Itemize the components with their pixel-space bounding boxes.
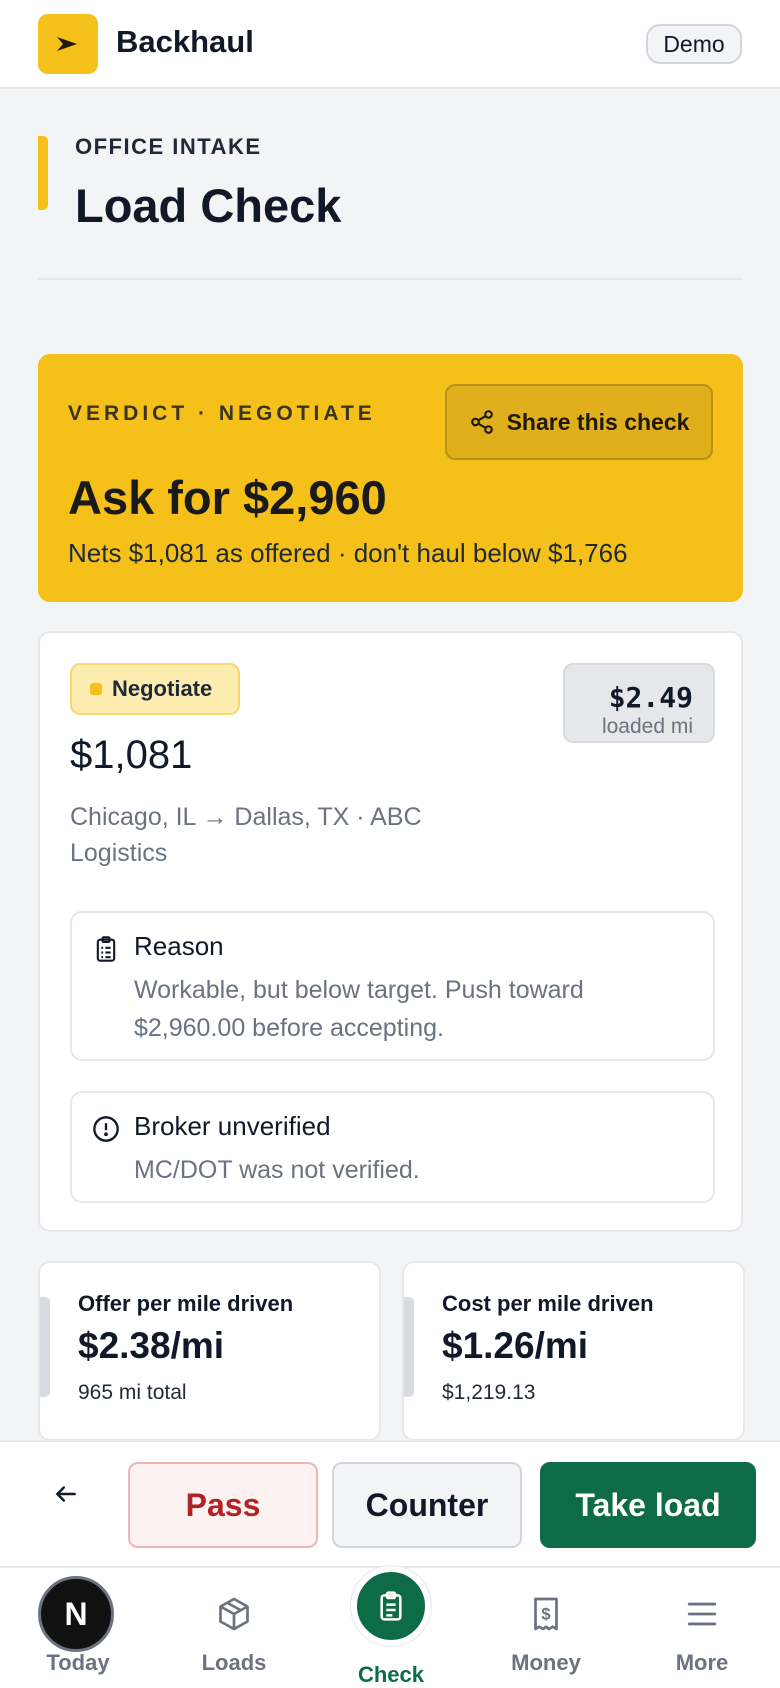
loaded-rate-unit: loaded mi xyxy=(601,715,693,738)
route-text: Chicago, IL → Dallas, TX · ABC Logistics xyxy=(70,803,422,867)
receipt-icon: $ xyxy=(526,1594,566,1634)
status-badge: Negotiate xyxy=(70,663,240,715)
verdict-nets: Nets $1,081 as offered · don't haul belo… xyxy=(68,538,628,568)
clipboard-icon xyxy=(96,936,116,962)
offer-per-mile-card: Offer per mile driven $2.38/mi 965 mi to… xyxy=(38,1261,381,1441)
pass-button[interactable]: Pass xyxy=(128,1462,318,1548)
clipboard-icon xyxy=(380,1591,402,1621)
verdict-label: VERDICT · NEGOTIATE xyxy=(68,402,376,425)
back-button[interactable] xyxy=(44,1472,88,1516)
cost-per-mile-card: Cost per mile driven $1.26/mi $1,219.13 xyxy=(402,1261,745,1441)
demo-badge[interactable]: Demo xyxy=(646,24,742,64)
alert-circle-icon xyxy=(93,1116,119,1142)
loaded-rate-value: $2.49 xyxy=(608,681,693,714)
page-title: Load Check xyxy=(75,179,342,232)
nav-more[interactable]: More xyxy=(637,1568,767,1688)
page-accent-bar xyxy=(38,136,48,210)
top-bar: Backhaul Demo xyxy=(0,0,780,89)
arrow-right-icon xyxy=(57,37,77,51)
page-eyebrow: OFFICE INTAKE xyxy=(75,134,262,159)
arrow-left-icon xyxy=(55,1486,76,1502)
reason-body: Workable, but below target. Push toward … xyxy=(134,976,584,1042)
verdict-ask: Ask for $2,960 xyxy=(68,471,387,524)
nav-check[interactable] xyxy=(351,1566,431,1646)
take-load-button[interactable]: Take load xyxy=(540,1462,756,1548)
nav-check-label: Check xyxy=(357,1662,425,1687)
verdict-banner: VERDICT · NEGOTIATE Share this check Ask… xyxy=(38,354,743,602)
nav-today-label: Today xyxy=(46,1650,110,1675)
status-label: Negotiate xyxy=(112,676,213,701)
reason-title: Reason xyxy=(134,931,224,961)
stat-accent-bar xyxy=(40,1297,50,1397)
nav-loads-label: Loads xyxy=(201,1650,267,1675)
broker-title: Broker unverified xyxy=(134,1111,331,1141)
avatar[interactable]: N xyxy=(38,1576,114,1652)
app-logo[interactable] xyxy=(38,14,98,74)
status-dot xyxy=(90,683,102,695)
counter-button[interactable]: Counter xyxy=(332,1462,522,1548)
action-bar: Pass Counter Take load xyxy=(0,1440,780,1566)
stat-label: Offer per mile driven xyxy=(78,1291,294,1316)
nav-money[interactable]: $ Money xyxy=(481,1568,611,1688)
nav-money-label: Money xyxy=(511,1650,581,1675)
nav-loads[interactable]: Loads xyxy=(169,1568,299,1688)
nav-more-label: More xyxy=(675,1650,729,1675)
app-name: Backhaul xyxy=(116,24,254,59)
stat-sub: $1,219.13 xyxy=(442,1381,536,1404)
menu-icon xyxy=(682,1594,722,1634)
broker-body: MC/DOT was not verified. xyxy=(134,1156,420,1184)
broker-warning-box: Broker unverified MC/DOT was not verifie… xyxy=(70,1091,715,1203)
package-icon xyxy=(214,1594,254,1634)
stat-sub: 965 mi total xyxy=(78,1381,187,1404)
share-check-label: Share this check xyxy=(506,408,690,435)
stat-accent-bar xyxy=(404,1297,414,1397)
share-icon xyxy=(470,410,493,434)
loaded-rate-box: $2.49 loaded mi xyxy=(563,663,715,743)
reason-box: Reason Workable, but below target. Push … xyxy=(70,911,715,1061)
load-summary-card: Negotiate $2.49 loaded mi $1,081 Chicago… xyxy=(38,631,743,1232)
stat-value: $2.38/mi xyxy=(78,1325,225,1366)
stat-label: Cost per mile driven xyxy=(442,1291,654,1316)
stat-value: $1.26/mi xyxy=(442,1325,589,1366)
net-amount: $1,081 xyxy=(70,733,193,777)
share-check-button[interactable]: Share this check xyxy=(445,384,713,460)
svg-text:$: $ xyxy=(541,1605,550,1623)
divider xyxy=(38,278,743,280)
bottom-nav: Today N Loads Check $ Money More xyxy=(0,1566,780,1688)
